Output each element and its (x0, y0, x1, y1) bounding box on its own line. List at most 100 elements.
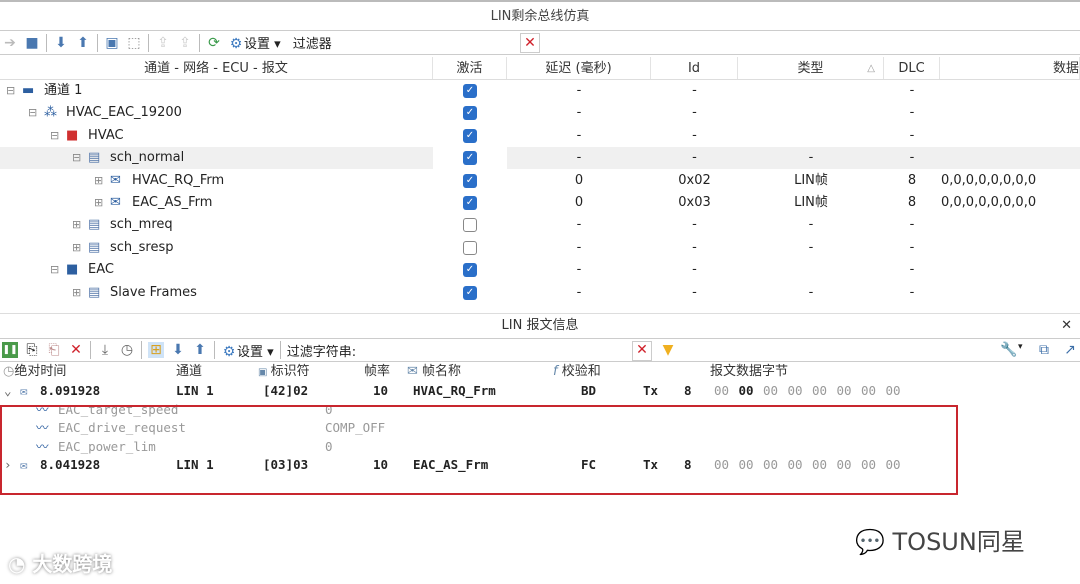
filter-icon[interactable]: ▼ (660, 342, 676, 358)
col-time-label: 绝对时间 (14, 364, 67, 379)
move-down-icon[interactable]: ⬇ (170, 342, 186, 358)
col-delay[interactable]: 延迟 (毫秒) (507, 57, 651, 79)
tree-row[interactable]: ⊟ ■ HVAC ✓ - - - (0, 125, 1080, 147)
stop-icon[interactable]: ■ (24, 35, 40, 51)
tree-row[interactable]: ⊞ ▤ sch_mreq - - - - (0, 214, 1080, 236)
expand-toggle[interactable]: ⊟ (50, 259, 59, 281)
expand-toggle[interactable]: ⊞ (72, 214, 81, 236)
clock-icon[interactable]: ◷ (119, 342, 135, 358)
col-active[interactable]: 激活 (433, 57, 507, 79)
settings-button[interactable]: ⚙ 设置 ▾ (228, 33, 281, 52)
tree-row[interactable]: ⊟ ■ EAC ✓ - - - (0, 259, 1080, 281)
select-all-icon[interactable]: ▣ (104, 35, 120, 51)
refresh-icon[interactable]: ⟳ (206, 35, 222, 51)
move-down-icon[interactable]: ⬇ (53, 35, 69, 51)
active-checkbox[interactable]: ✓ (463, 263, 477, 278)
weibo-icon: ◔ (8, 552, 33, 576)
col-rate[interactable]: 帧率 (364, 362, 390, 382)
expand-toggle[interactable]: ⊞ (94, 170, 103, 192)
tree-row[interactable]: ⊟ ▬ 通道 1 ✓ - - - (0, 80, 1080, 102)
data-byte: 00 (885, 383, 901, 398)
col-checksum[interactable]: f 校验和 (553, 362, 601, 382)
active-checkbox[interactable]: ✓ (463, 196, 477, 210)
id-cell: - (692, 127, 697, 143)
popout-icon[interactable]: ↗ (1062, 342, 1078, 358)
dropdown-icon[interactable]: ▾ (1018, 342, 1023, 352)
active-checkbox[interactable] (463, 240, 477, 255)
active-checkbox[interactable] (463, 218, 477, 233)
col-dlc[interactable]: DLC (884, 57, 940, 79)
dlc-cell: - (909, 262, 915, 278)
col-tree[interactable]: 通道 - 网络 - ECU - 报文 (0, 57, 433, 79)
expand-toggle[interactable]: ⊟ (72, 147, 81, 169)
data-byte: 00 (812, 383, 828, 398)
schedule-icon: ▤ (88, 150, 101, 166)
pause-icon[interactable]: ❚❚ (2, 342, 18, 358)
active-checkbox[interactable]: ✓ (463, 84, 477, 98)
tree-row[interactable]: ⊟ ⁂ HVAC_EAC_19200 ✓ - - - (0, 102, 1080, 124)
group-icon[interactable]: ⊞ (148, 342, 164, 358)
data-byte: 00 (714, 383, 730, 398)
col-bytes[interactable]: 报文数据字节 (710, 362, 788, 382)
msg-settings-label: 设置 (237, 344, 264, 360)
expand-toggle[interactable]: ⊟ (28, 102, 37, 124)
clear-filter-button[interactable]: ✕ (632, 341, 652, 361)
active-checkbox[interactable]: ✓ (463, 285, 477, 300)
expand-toggle[interactable]: ⊟ (50, 125, 59, 147)
tree-row[interactable]: ⊟ ▤ sch_normal ✓ - - - - (0, 147, 1080, 170)
scroll-bottom-icon[interactable]: ⤓ (97, 342, 113, 358)
col-time[interactable]: ◷绝对时间 (3, 362, 66, 382)
forward-icon[interactable]: ➔ (2, 35, 18, 51)
data-cell: 0,0,0,0,0,0,0,0 (941, 195, 1037, 210)
expand-toggle[interactable]: ⊞ (94, 192, 103, 214)
import-icon[interactable]: ⇪ (177, 35, 193, 51)
export-icon[interactable]: ⇪ (155, 35, 171, 51)
active-checkbox[interactable]: ✓ (463, 151, 477, 166)
paste-icon[interactable]: ⎗ (46, 342, 62, 358)
tree-row[interactable]: ⊞ ✉ HVAC_RQ_Frm ✓ 0 0x02 LIN帧 8 0,0,0,0,… (0, 170, 1080, 192)
expand-toggle[interactable]: ⊞ (72, 282, 81, 304)
checksum-cell: BD (581, 383, 597, 398)
id-cell: - (692, 239, 697, 255)
window-title: LIN剩余总线仿真 (0, 0, 1080, 30)
deselect-icon[interactable]: ⬚ (126, 35, 142, 51)
tree-row-label: EAC (88, 262, 114, 278)
col-name[interactable]: ✉ 帧名称 (407, 362, 461, 382)
tree-row[interactable]: ⊞ ▤ Slave Frames ✓ - - - - (0, 282, 1080, 304)
delete-icon[interactable]: ✕ (68, 342, 84, 358)
ecu-red-icon: ■ (66, 127, 79, 143)
tree-row[interactable]: ⊞ ▤ sch_sresp - - - - (0, 237, 1080, 259)
active-checkbox[interactable]: ✓ (463, 128, 477, 143)
message-row[interactable]: ⌄ ✉ 8.091928 LIN 1 [42]02 10 HVAC_RQ_Frm… (0, 382, 960, 401)
col-type[interactable]: 类型 △ (738, 57, 884, 79)
frame-send-icon: ✉ (110, 172, 121, 188)
clear-filter-button[interactable]: ✕ (520, 32, 540, 53)
move-up-icon[interactable]: ⬆ (192, 342, 208, 358)
col-ident[interactable]: ▣ 标识符 (258, 362, 310, 383)
close-icon[interactable]: ✕ (1061, 314, 1072, 338)
time-cell: 8.091928 (40, 383, 101, 398)
copy-icon[interactable]: ⎘ (24, 342, 40, 358)
schedule-icon: ▤ (88, 217, 101, 233)
clear-window-icon[interactable]: ⧉ (1036, 342, 1052, 358)
watermark-right: 💬 TOSUN同星 (855, 522, 1025, 557)
move-up-icon[interactable]: ⬆ (75, 35, 91, 51)
rate-cell: 10 (373, 383, 389, 398)
delay-cell: 0 (574, 172, 584, 188)
col-id[interactable]: Id (651, 57, 738, 79)
col-data[interactable]: 数据 (940, 57, 1080, 79)
tree-row[interactable]: ⊞ ✉ EAC_AS_Frm ✓ 0 0x03 LIN帧 8 0,0,0,0,0… (0, 192, 1080, 214)
dlc-cell: - (909, 239, 915, 255)
col-channel[interactable]: 通道 (176, 362, 202, 382)
id-cell: 0x02 (678, 172, 711, 188)
chevron-down-icon[interactable]: ⌄ (4, 382, 12, 401)
wrench-icon[interactable]: 🔧 (1000, 342, 1017, 358)
msg-settings-button[interactable]: ⚙ 设置 ▾ (221, 341, 274, 360)
msg-panel-title-text: LIN 报文信息 (501, 318, 579, 333)
expand-toggle[interactable]: ⊟ (6, 80, 15, 102)
dlc-cell: 8 (907, 172, 917, 188)
dlc-cell: 8 (684, 383, 692, 398)
active-checkbox[interactable]: ✓ (463, 106, 477, 121)
active-checkbox[interactable]: ✓ (463, 173, 477, 188)
expand-toggle[interactable]: ⊞ (72, 237, 81, 259)
